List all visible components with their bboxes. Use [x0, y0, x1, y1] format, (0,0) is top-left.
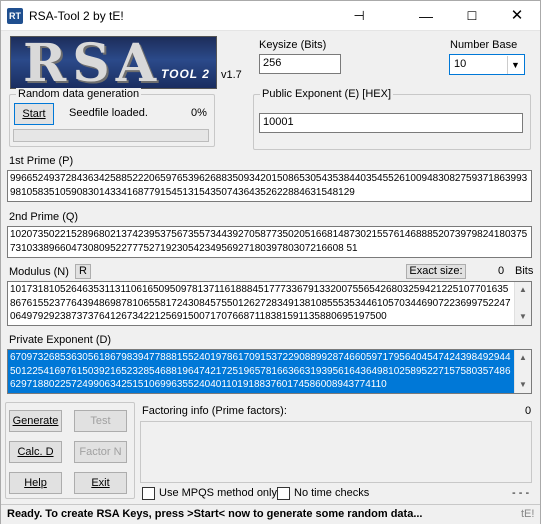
pin-icon[interactable]: ⊣: [349, 6, 369, 26]
modulus-size-value: 0: [498, 265, 505, 277]
random-progress-bar: [13, 129, 209, 142]
number-base-label: Number Base: [450, 39, 518, 51]
app-icon: RT: [7, 8, 23, 24]
factoring-dashes: - - -: [512, 487, 530, 499]
no-time-checks-label: No time checks: [294, 487, 370, 499]
prime2-value: 1020735022152896802137423953756735573443…: [10, 229, 528, 254]
calc-d-button[interactable]: Calc. D: [9, 441, 62, 463]
private-exponent-scrollbar[interactable]: ▲ ▼: [514, 350, 531, 393]
prime2-label: 2nd Prime (Q): [9, 211, 79, 223]
status-bar: Ready. To create RSA Keys, press >Start<…: [1, 504, 540, 524]
factoring-count: 0: [525, 405, 532, 417]
status-tag: tE!: [521, 508, 535, 520]
prime1-label: 1st Prime (P): [9, 155, 74, 167]
modulus-r-button[interactable]: R: [75, 264, 91, 279]
help-button[interactable]: Help: [9, 472, 62, 494]
seedfile-status: Seedfile loaded.: [69, 107, 148, 119]
logo-subtext: TOOL 2: [161, 67, 210, 81]
keysize-label: Keysize (Bits): [259, 39, 327, 51]
factoring-info-label: Factoring info (Prime factors):: [142, 405, 287, 417]
scroll-down-icon[interactable]: ▼: [515, 309, 531, 325]
modulus-textarea[interactable]: 1017318105264635311311061650950978137116…: [7, 281, 532, 326]
start-button[interactable]: Start: [14, 103, 54, 125]
public-exponent-label: Public Exponent (E) [HEX]: [260, 88, 394, 100]
test-button[interactable]: Test: [74, 410, 127, 432]
close-button[interactable]: ✕: [494, 1, 540, 31]
exact-size-button[interactable]: Exact size:: [406, 264, 466, 279]
logo-text: RSA: [23, 36, 163, 89]
factoring-output[interactable]: [140, 421, 532, 483]
keysize-input[interactable]: 256: [259, 54, 341, 74]
private-exponent-label: Private Exponent (D): [9, 334, 112, 346]
public-exponent-input[interactable]: 10001: [259, 113, 523, 133]
modulus-scrollbar[interactable]: ▲ ▼: [514, 282, 531, 325]
chevron-down-icon[interactable]: ▼: [507, 56, 523, 74]
scroll-up-icon[interactable]: ▲: [515, 350, 531, 366]
mpqs-label: Use MPQS method only: [159, 487, 277, 499]
scroll-down-icon[interactable]: ▼: [515, 377, 531, 393]
modulus-label: Modulus (N): [9, 266, 69, 278]
private-exponent-textarea[interactable]: 6709732685363056186798394778881552401978…: [7, 349, 532, 394]
rsa-logo: RSA TOOL 2: [10, 36, 217, 89]
window-title: RSA-Tool 2 by tE!: [29, 9, 124, 23]
random-percent: 0%: [191, 107, 207, 119]
maximize-button[interactable]: ☐: [449, 1, 495, 31]
private-exponent-value: 6709732685363056186798394778881552401978…: [10, 352, 511, 390]
prime1-textarea[interactable]: 9966524937284363425885222065976539626883…: [7, 170, 532, 202]
bits-label: Bits: [515, 265, 534, 277]
no-time-checks-checkbox[interactable]: [277, 487, 290, 500]
number-base-select[interactable]: 10 ▼: [449, 54, 525, 75]
mpqs-checkbox[interactable]: [142, 487, 155, 500]
modulus-value: 1017318105264635311311061650950978137116…: [10, 284, 511, 322]
rsa-tool-window: RT RSA-Tool 2 by tE! ⊣ — ☐ ✕ RSA TOOL 2 …: [0, 0, 541, 524]
prime2-textarea[interactable]: 1020735022152896802137423953756735573443…: [7, 226, 532, 258]
minimize-button[interactable]: —: [403, 1, 449, 31]
number-base-value: 10: [454, 58, 467, 70]
status-text: Ready. To create RSA Keys, press >Start<…: [7, 508, 423, 520]
prime1-value: 9966524937284363425885222065976539626883…: [10, 173, 528, 198]
random-data-label: Random data generation: [16, 88, 142, 100]
scroll-up-icon[interactable]: ▲: [515, 282, 531, 298]
title-bar: RT RSA-Tool 2 by tE! ⊣ — ☐ ✕: [1, 1, 540, 31]
factor-n-button[interactable]: Factor N: [74, 441, 127, 463]
generate-button[interactable]: Generate: [9, 410, 62, 432]
exit-button[interactable]: Exit: [74, 472, 127, 494]
version-label: v1.7: [221, 69, 242, 81]
